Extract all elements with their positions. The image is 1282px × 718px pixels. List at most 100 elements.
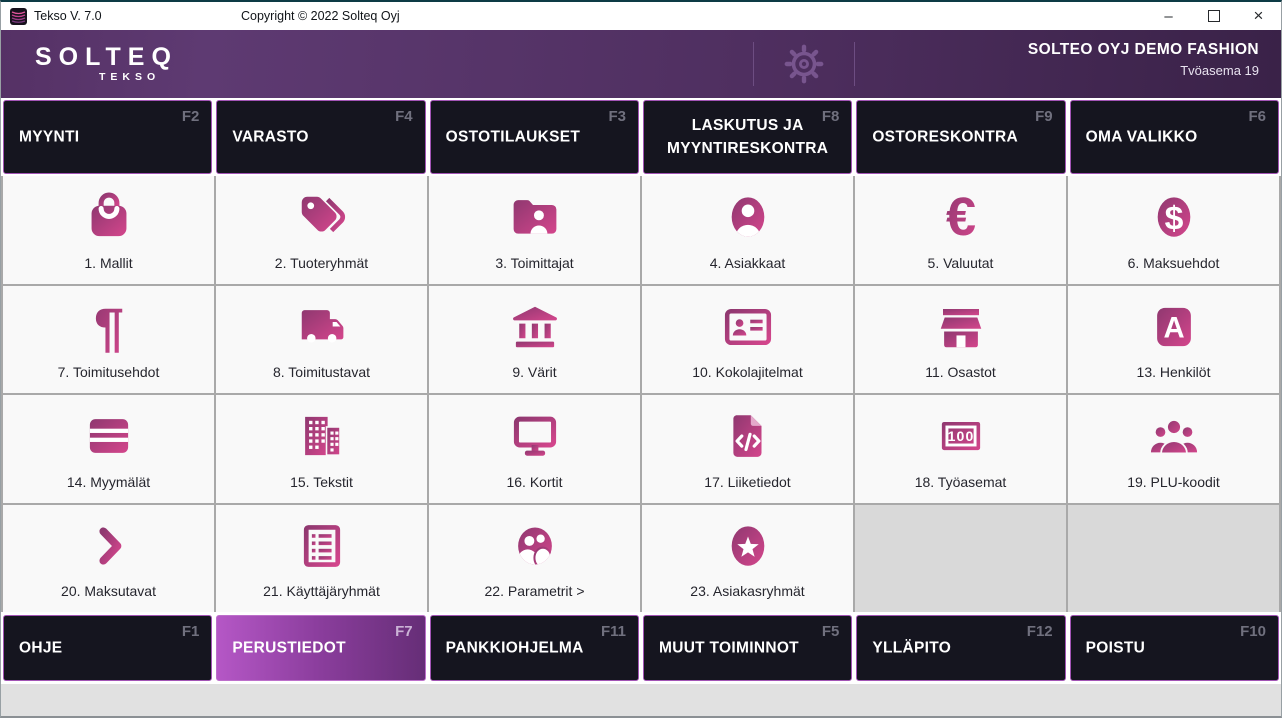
tile-label: 21. Käyttäjäryhmät (216, 583, 427, 612)
tile-label: 7. Toimitusehdot (3, 364, 214, 393)
workstation-label: Tvöasema 19 (1028, 63, 1259, 78)
tile-kayttajaryhmat[interactable]: 21. Käyttäjäryhmät (216, 505, 427, 613)
tile-label: 2. Tuoteryhmät (216, 255, 427, 284)
fkey-label: F12 (1027, 623, 1053, 640)
menu-perustiedot[interactable]: PERUSTIEDOTF7 (216, 615, 425, 681)
tile-varit[interactable]: 9. Värit (429, 286, 640, 394)
menu-ostotilaukset[interactable]: OSTOTILAUKSETF3 (430, 100, 639, 174)
app-icon (10, 8, 27, 25)
menu-label: PANKKIOHJELMA (446, 636, 608, 659)
tile-grid: 1. Mallit2. Tuoteryhmät3. Toimittajat4. … (1, 176, 1281, 612)
tile-plu-koodit[interactable]: 19. PLU-koodit (1068, 395, 1279, 503)
fkey-label: F1 (182, 623, 200, 640)
tile-label: 10. Kokolajitelmat (642, 364, 853, 393)
tile-label: 15. Tekstit (216, 474, 427, 503)
tile-kortit[interactable]: 16. Kortit (429, 395, 640, 503)
window-controls: –× (1146, 2, 1281, 30)
svg-text:$: $ (1164, 200, 1183, 238)
menu-myynti[interactable]: MYYNTIF2 (3, 100, 212, 174)
folder-user-icon (429, 176, 640, 255)
divider (854, 42, 855, 86)
fkey-label: F5 (822, 623, 840, 640)
empty-cell (1068, 505, 1279, 613)
menu-label: LASKUTUS JA MYYNTIRESKONTRA (652, 114, 843, 161)
minimize-button[interactable]: – (1146, 2, 1191, 30)
file-code-icon (642, 395, 853, 474)
tile-maksutavat[interactable]: 20. Maksutavat (3, 505, 214, 613)
tile-osastot[interactable]: 11. Osastot (855, 286, 1066, 394)
tile-label: 19. PLU-koodit (1068, 474, 1279, 503)
tile-label: 22. Parametrit > (429, 583, 640, 612)
tile-asiakkaat[interactable]: 4. Asiakkaat (642, 176, 853, 284)
letter-a-icon: A (1068, 286, 1279, 365)
solteq-logo: SOLTEQ TEKSO (35, 45, 178, 83)
tile-valuutat[interactable]: €5. Valuutat (855, 176, 1066, 284)
menu-label: OSTORESKONTRA (872, 125, 1034, 148)
app-window: Tekso V. 7.0 Copyright © 2022 Solteq Oyj… (0, 0, 1282, 718)
tile-label: 11. Osastot (855, 364, 1066, 393)
tags-icon (216, 176, 427, 255)
menu-ohje[interactable]: OHJEF1 (3, 615, 212, 681)
menu-pankkiohjelma[interactable]: PANKKIOHJELMAF11 (430, 615, 639, 681)
menu-label: OHJE (19, 636, 181, 659)
truck-icon (216, 286, 427, 365)
tile-tekstit[interactable]: 15. Tekstit (216, 395, 427, 503)
tile-mallit[interactable]: 1. Mallit (3, 176, 214, 284)
tile-parametrit[interactable]: 22. Parametrit > (429, 505, 640, 613)
tile-myymalat[interactable]: 14. Myymälät (3, 395, 214, 503)
fkey-label: F2 (182, 108, 200, 125)
fkey-label: F7 (395, 623, 413, 640)
close-icon: × (1254, 6, 1264, 26)
fkey-label: F3 (608, 108, 626, 125)
tile-label: 4. Asiakkaat (642, 255, 853, 284)
minimize-icon: – (1164, 8, 1172, 25)
logo-primary: SOLTEQ (35, 45, 178, 70)
tile-toimitustavat[interactable]: 8. Toimitustavat (216, 286, 427, 394)
list-square-icon (216, 505, 427, 584)
menu-oma-valikko[interactable]: OMA VALIKKOF6 (1070, 100, 1279, 174)
euro-icon: € (855, 176, 1066, 255)
tile-asiakasryhmat[interactable]: 23. Asiakasryhmät (642, 505, 853, 613)
tile-label: 23. Asiakasryhmät (642, 583, 853, 612)
tile-label: 1. Mallit (3, 255, 214, 284)
menu-label: POISTU (1086, 636, 1248, 659)
fkey-label: F10 (1240, 623, 1266, 640)
shopping-bag-icon (3, 176, 214, 255)
fkey-label: F9 (1035, 108, 1053, 125)
tile-tuoteryhmat[interactable]: 2. Tuoteryhmät (216, 176, 427, 284)
tile-henkilot[interactable]: A13. Henkilöt (1068, 286, 1279, 394)
menu-poistu[interactable]: POISTUF10 (1070, 615, 1279, 681)
maximize-button[interactable] (1191, 2, 1236, 30)
menu-label: YLLÄPITO (872, 636, 1034, 659)
menu-muut-toiminnot[interactable]: MUUT TOIMINNOTF5 (643, 615, 852, 681)
tile-label: 3. Toimittajat (429, 255, 640, 284)
tile-label: 14. Myymälät (3, 474, 214, 503)
id-card-icon (642, 286, 853, 365)
tile-toimittajat[interactable]: 3. Toimittajat (429, 176, 640, 284)
menu-laskutus-ja-myyntireskontra[interactable]: LASKUTUS JA MYYNTIRESKONTRAF8 (643, 100, 852, 174)
menu-label: MUUT TOIMINNOT (659, 636, 821, 659)
user-oval-icon (642, 176, 853, 255)
bottom-function-row: OHJEF1PERUSTIEDOTF7PANKKIOHJELMAF11MUUT … (1, 612, 1281, 684)
menu-label: MYYNTI (19, 125, 181, 148)
tile-tyoasemat[interactable]: 10018. Työasemat (855, 395, 1066, 503)
menu-label: PERUSTIEDOT (232, 636, 394, 659)
tile-liiketiedot[interactable]: 17. Liiketiedot (642, 395, 853, 503)
gear-icon[interactable] (784, 44, 824, 84)
users-circle-icon (429, 505, 640, 584)
dollar-oval-icon: $ (1068, 176, 1279, 255)
tile-maksuehdot[interactable]: $6. Maksuehdot (1068, 176, 1279, 284)
tile-toimitusehdot[interactable]: ¶ 7. Toimitusehdot (3, 286, 214, 394)
menu-varasto[interactable]: VARASTOF4 (216, 100, 425, 174)
company-block: SOLTEO OYJ DEMO FASHION Tvöasema 19 (1028, 41, 1259, 78)
app-header: SOLTEQ TEKSO SOLTEO OYJ DE (1, 30, 1281, 98)
close-button[interactable]: × (1236, 2, 1281, 30)
tile-kokolajitelmat[interactable]: 10. Kokolajitelmat (642, 286, 853, 394)
tile-label: 6. Maksuehdot (1068, 255, 1279, 284)
menu-ostoreskontra[interactable]: OSTORESKONTRAF9 (856, 100, 1065, 174)
menu-label: VARASTO (232, 125, 394, 148)
menu-yllapito[interactable]: YLLÄPITOF12 (856, 615, 1065, 681)
tile-label: 17. Liiketiedot (642, 474, 853, 503)
svg-text:¶: ¶ (93, 300, 123, 354)
tile-label: 20. Maksutavat (3, 583, 214, 612)
